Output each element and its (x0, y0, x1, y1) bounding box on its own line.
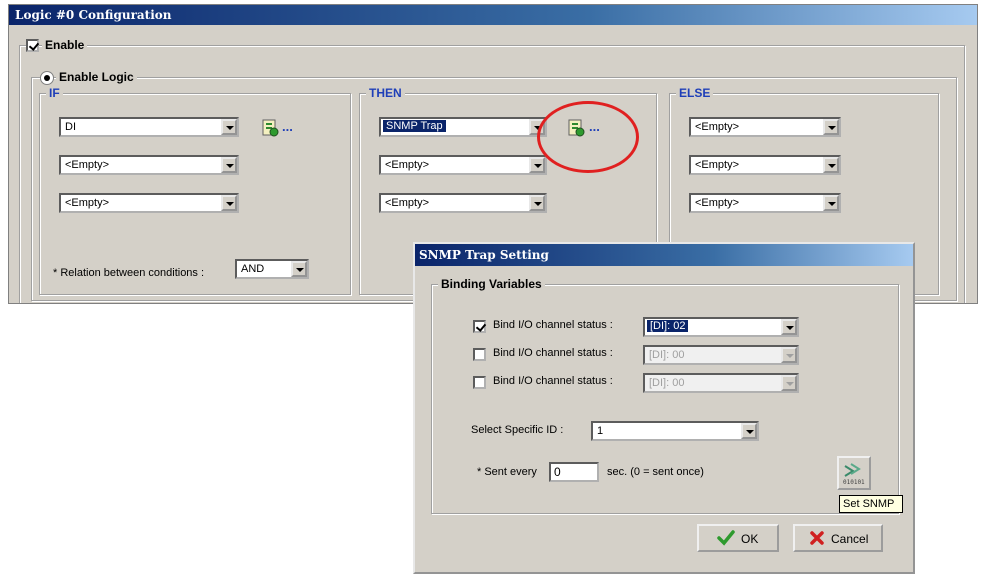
bind-row-1-value: [DI]: 02 (647, 320, 689, 332)
sent-every-label: * Sent every (477, 466, 537, 478)
snmp-trap-setting-dialog: SNMP Trap Setting Binding Variables Bind… (413, 242, 915, 574)
if-condition-1-select[interactable]: DI (59, 117, 239, 137)
else-action-3-select[interactable]: <Empty> (689, 193, 841, 213)
bind-row-2-select[interactable]: [DI]: 00 (643, 345, 799, 365)
if-label: IF (46, 86, 63, 100)
relation-value: AND (241, 263, 265, 275)
enable-checkbox[interactable] (26, 39, 39, 52)
relation-label: * Relation between conditions : (53, 267, 205, 279)
else-action-2-value: <Empty> (695, 159, 740, 171)
then-label: THEN (366, 86, 405, 100)
network-icon: 010101 (843, 463, 865, 486)
then-action-3-select[interactable]: <Empty> (379, 193, 547, 213)
set-snmp-tooltip: Set SNMP (839, 495, 903, 513)
specific-id-select[interactable]: 1 (591, 421, 759, 441)
chevron-down-icon[interactable] (781, 319, 797, 335)
ok-button[interactable]: OK (697, 524, 779, 552)
else-action-1-select[interactable]: <Empty> (689, 117, 841, 137)
if-settings-icon[interactable] (259, 117, 281, 139)
else-label: ELSE (676, 86, 714, 100)
chevron-down-icon[interactable] (221, 157, 237, 173)
bind-row-3-label: Bind I/O channel status : (493, 375, 613, 387)
highlight-circle (537, 101, 639, 173)
chevron-down-icon[interactable] (781, 375, 797, 391)
else-action-1-value: <Empty> (695, 121, 740, 133)
sent-every-value: 0 (554, 465, 561, 479)
chevron-down-icon[interactable] (529, 195, 545, 211)
chevron-down-icon[interactable] (741, 423, 757, 439)
then-action-2-select[interactable]: <Empty> (379, 155, 547, 175)
bind-row-3-checkbox[interactable] (473, 376, 486, 389)
chevron-down-icon[interactable] (221, 119, 237, 135)
binding-variables-label: Binding Variables (438, 277, 545, 291)
dialog-title-bar: SNMP Trap Setting (415, 244, 913, 266)
bind-row-2-checkbox[interactable] (473, 348, 486, 361)
specific-id-value: 1 (597, 425, 604, 437)
dialog-title: SNMP Trap Setting (419, 248, 549, 262)
then-action-1-value: SNMP Trap (383, 120, 446, 132)
if-condition-2-select[interactable]: <Empty> (59, 155, 239, 175)
set-snmp-button[interactable]: 010101 (837, 456, 871, 490)
cancel-label: Cancel (831, 532, 869, 546)
chevron-down-icon[interactable] (823, 157, 839, 173)
then-action-3-value: <Empty> (385, 197, 430, 209)
sent-every-suffix: sec. (0 = sent once) (607, 466, 704, 478)
sent-every-input[interactable]: 0 (549, 462, 599, 482)
window-title: Logic #0 Configuration (15, 8, 172, 22)
bind-row-3-select[interactable]: [DI]: 00 (643, 373, 799, 393)
chevron-down-icon[interactable] (291, 261, 307, 277)
enable-logic-label: Enable Logic (56, 70, 137, 84)
bind-row-2-value: [DI]: 00 (649, 349, 685, 361)
chevron-down-icon[interactable] (823, 119, 839, 135)
chevron-down-icon[interactable] (781, 347, 797, 363)
enable-logic-radio[interactable] (40, 71, 54, 85)
bind-row-3-value: [DI]: 00 (649, 377, 685, 389)
chevron-down-icon[interactable] (529, 157, 545, 173)
if-condition-3-select[interactable]: <Empty> (59, 193, 239, 213)
bind-row-1-label: Bind I/O channel status : (493, 319, 613, 331)
enable-label: Enable (42, 38, 88, 52)
if-condition-3-value: <Empty> (65, 197, 110, 209)
bind-row-2-label: Bind I/O channel status : (493, 347, 613, 359)
else-action-3-value: <Empty> (695, 197, 740, 209)
chevron-down-icon[interactable] (221, 195, 237, 211)
close-icon (810, 531, 824, 545)
specific-id-label: Select Specific ID : (471, 424, 564, 436)
svg-text:010101: 010101 (843, 479, 865, 486)
chevron-down-icon[interactable] (823, 195, 839, 211)
if-settings-dots[interactable]: ... (282, 119, 293, 134)
bind-row-1-select[interactable]: [DI]: 02 (643, 317, 799, 337)
cancel-button[interactable]: Cancel (793, 524, 883, 552)
checkmark-icon (717, 530, 735, 546)
else-action-2-select[interactable]: <Empty> (689, 155, 841, 175)
relation-select[interactable]: AND (235, 259, 309, 279)
title-bar: Logic #0 Configuration (9, 5, 977, 25)
then-action-1-select[interactable]: SNMP Trap (379, 117, 547, 137)
bind-row-1-checkbox[interactable] (473, 320, 486, 333)
ok-label: OK (741, 532, 759, 546)
set-snmp-tooltip-text: Set SNMP (843, 498, 895, 510)
if-condition-2-value: <Empty> (65, 159, 110, 171)
then-action-2-value: <Empty> (385, 159, 430, 171)
if-condition-1-value: DI (65, 121, 76, 133)
